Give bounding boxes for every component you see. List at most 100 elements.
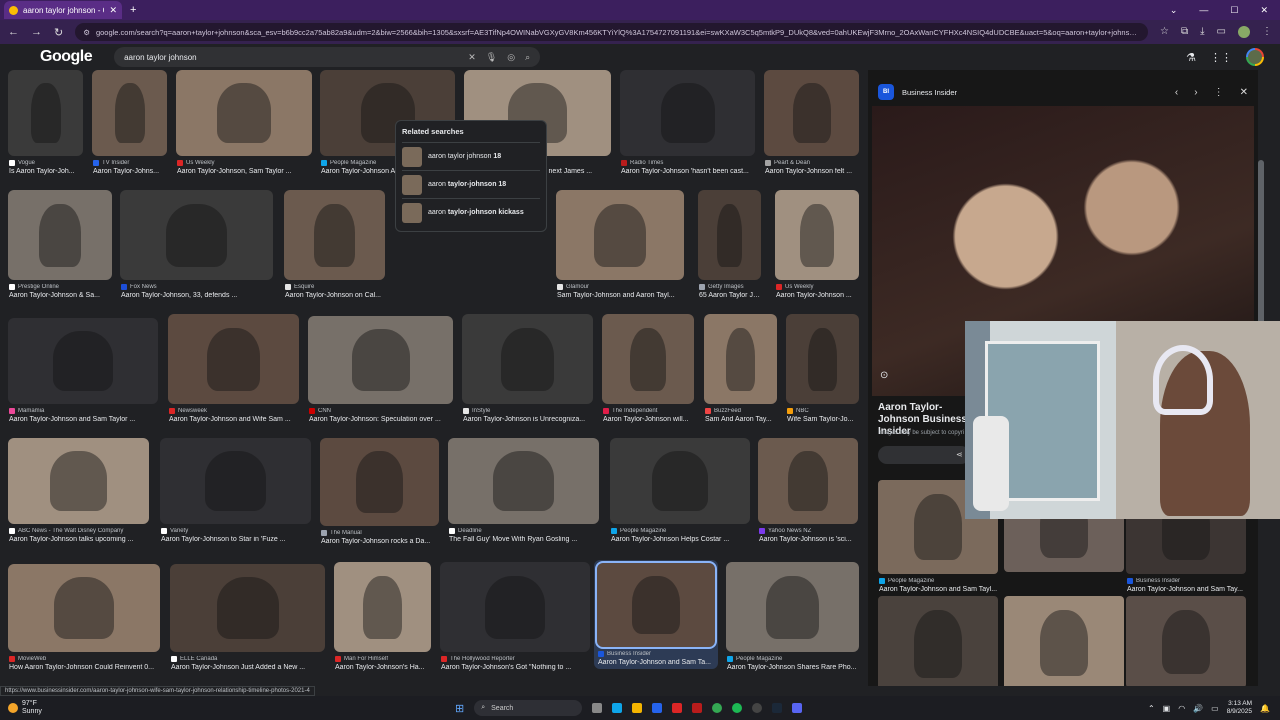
- result-caption[interactable]: Aaron Taylor-Johnson felt ...: [765, 168, 859, 175]
- image-result-card[interactable]: Radio Times Aaron Taylor-Johnson 'hasn't…: [620, 70, 755, 175]
- result-thumbnail[interactable]: [726, 562, 859, 652]
- download-icon[interactable]: ⤓: [1200, 26, 1204, 38]
- share-icon[interactable]: ⋖: [956, 450, 963, 459]
- result-caption[interactable]: Aaron Taylor-Johnson 'hasn't been cast..…: [621, 168, 755, 175]
- panel-related-source[interactable]: Business Insider: [1127, 578, 1246, 584]
- image-result-card[interactable]: People Magazine Aaron Taylor-Johnson Sha…: [726, 562, 859, 671]
- panel-related-image[interactable]: EVOKEWhy is Sam and Aaron Taylor-Johh...: [1004, 596, 1124, 686]
- image-result-card[interactable]: Yahoo News NZ Aaron Taylor-Johnson is 's…: [758, 438, 858, 543]
- chatgpt-icon[interactable]: [752, 703, 763, 713]
- image-result-card[interactable]: Prestige Online Aaron Taylor-Johnson & S…: [8, 190, 112, 299]
- image-result-card[interactable]: Mamamia Aaron Taylor-Johnson and Sam Tay…: [8, 318, 158, 423]
- result-thumbnail[interactable]: [8, 70, 83, 156]
- result-thumbnail[interactable]: [556, 190, 684, 280]
- result-source[interactable]: NBC: [787, 408, 859, 414]
- result-thumbnail[interactable]: [176, 70, 312, 156]
- tab-search-icon[interactable]: ⌄: [1170, 5, 1178, 16]
- result-thumbnail[interactable]: [462, 314, 593, 404]
- panel-related-thumbnail[interactable]: [878, 596, 998, 686]
- result-source[interactable]: The Manual: [321, 530, 439, 536]
- search-input[interactable]: aaron taylor johnson: [124, 53, 458, 62]
- result-thumbnail[interactable]: [8, 564, 160, 652]
- result-caption[interactable]: Aaron Taylor-Johnson to Star in 'Fuze ..…: [161, 536, 311, 543]
- notifications-icon[interactable]: 🔔: [1260, 704, 1270, 713]
- app-red-icon[interactable]: [672, 703, 683, 713]
- result-thumbnail[interactable]: [595, 561, 717, 649]
- panel-related-caption[interactable]: Aaron Taylor-Johnson and Sam Tay...: [1127, 586, 1246, 593]
- search-icon[interactable]: ⌕: [525, 52, 530, 63]
- chrome-icon[interactable]: [712, 703, 723, 713]
- back-icon[interactable]: ←: [8, 26, 19, 38]
- store-icon[interactable]: [652, 703, 663, 713]
- image-result-card[interactable]: Us Weekly Aaron Taylor-Johnson ...: [775, 190, 859, 299]
- panel-site-name[interactable]: Business Insider: [902, 88, 1167, 97]
- image-result-card[interactable]: ABC News - The Walt Disney Company Aaron…: [8, 438, 149, 543]
- related-search-item[interactable]: aaron taylor johnson 18: [402, 142, 540, 170]
- result-thumbnail[interactable]: [160, 438, 311, 524]
- image-result-card[interactable]: Vogue Is Aaron Taylor-Joh...: [8, 70, 83, 175]
- result-thumbnail[interactable]: [602, 314, 694, 404]
- result-thumbnail[interactable]: [8, 318, 158, 404]
- result-source[interactable]: TV Insider: [93, 160, 167, 166]
- windows-start-icon[interactable]: ⊞: [455, 702, 464, 715]
- panel-related-source[interactable]: People Magazine: [879, 578, 998, 584]
- result-caption[interactable]: Aaron Taylor-Johnson & Sa...: [9, 292, 112, 299]
- image-result-card[interactable]: The Hollywood Reporter Aaron Taylor-John…: [440, 562, 590, 671]
- result-caption[interactable]: Aaron Taylor-Johnson is Unrecogniza...: [463, 416, 593, 423]
- image-result-card[interactable]: NBC Wife Sam Taylor-Jo...: [786, 314, 859, 423]
- result-thumbnail[interactable]: [8, 438, 149, 524]
- result-source[interactable]: People Magazine: [611, 528, 750, 534]
- app-mcafee-icon[interactable]: [692, 703, 703, 713]
- panel-related-image[interactable]: [878, 596, 998, 686]
- result-thumbnail[interactable]: [764, 70, 859, 156]
- result-caption[interactable]: 65 Aaron Taylor Jo...: [699, 292, 761, 299]
- minimize-icon[interactable]: —: [1199, 5, 1208, 16]
- result-caption[interactable]: Aaron Taylor-Johnson Helps Costar ...: [611, 536, 750, 543]
- file-explorer-icon[interactable]: [632, 703, 643, 713]
- result-thumbnail[interactable]: [610, 438, 750, 524]
- labs-flask-icon[interactable]: ⚗: [1186, 51, 1196, 64]
- image-result-card[interactable]: Fox News Aaron Taylor-Johnson, 33, defen…: [120, 190, 273, 299]
- result-caption[interactable]: Aaron Taylor-Johnson's Got "Nothing to .…: [441, 664, 590, 671]
- task-view-icon[interactable]: [592, 703, 603, 713]
- result-caption[interactable]: Aaron Taylor-Johnson is 'sci...: [759, 536, 858, 543]
- result-caption[interactable]: Aaron Taylor-Johnson: Speculation over .…: [309, 416, 453, 423]
- related-search-item[interactable]: aaron taylor-johnson 18: [402, 170, 540, 198]
- result-source[interactable]: People Magazine: [727, 656, 859, 662]
- result-thumbnail[interactable]: [8, 190, 112, 280]
- close-window-icon[interactable]: ✕: [1260, 5, 1268, 16]
- voice-search-icon[interactable]: 🎙: [486, 52, 497, 63]
- search-box[interactable]: aaron taylor johnson ✕ 🎙 ◎ ⌕: [114, 47, 541, 67]
- new-tab-button[interactable]: +: [130, 4, 136, 16]
- result-source[interactable]: Glamour: [557, 284, 684, 290]
- result-source[interactable]: ELLE Canada: [171, 656, 325, 662]
- result-source[interactable]: Variety: [161, 528, 311, 534]
- result-source[interactable]: Newsweek: [169, 408, 299, 414]
- result-thumbnail[interactable]: [92, 70, 167, 156]
- result-source[interactable]: Peart & Dean: [765, 160, 859, 166]
- image-result-card[interactable]: Glamour Sam Taylor-Johnson and Aaron Tay…: [556, 190, 684, 299]
- clock[interactable]: 3:13 AM 8/9/2025: [1227, 700, 1252, 716]
- image-result-card[interactable]: Variety Aaron Taylor-Johnson to Star in …: [160, 438, 311, 543]
- close-panel-icon[interactable]: ✕: [1240, 87, 1248, 98]
- result-caption[interactable]: Sam Taylor-Johnson and Aaron Tayl...: [557, 292, 684, 299]
- result-source[interactable]: Vogue: [9, 160, 83, 166]
- result-thumbnail[interactable]: [120, 190, 273, 280]
- apps-grid-icon[interactable]: ⋮⋮: [1210, 51, 1232, 64]
- result-source[interactable]: The Independent: [603, 408, 694, 414]
- result-thumbnail[interactable]: [308, 316, 453, 404]
- tray-app-icon[interactable]: ▣: [1163, 704, 1171, 713]
- previous-icon[interactable]: ‹: [1175, 87, 1178, 98]
- result-caption[interactable]: How Aaron Taylor-Johnson Could Reinvent …: [9, 664, 160, 671]
- result-source[interactable]: Man For Himself: [335, 656, 431, 662]
- sidebar-icon[interactable]: ▭: [1217, 26, 1226, 38]
- result-caption[interactable]: Sam And Aaron Tay...: [705, 416, 777, 423]
- site-info-icon[interactable]: ⚙: [83, 28, 90, 37]
- image-result-card[interactable]: The Independent Aaron Taylor-Johnson wil…: [602, 314, 694, 423]
- result-source[interactable]: Yahoo News NZ: [759, 528, 858, 534]
- result-source[interactable]: Business Insider: [598, 651, 715, 657]
- browser-tab[interactable]: aaron taylor johnson - Google S ✕: [4, 1, 122, 19]
- result-thumbnail[interactable]: [448, 438, 599, 524]
- extensions-icon[interactable]: ⧉: [1181, 26, 1188, 38]
- result-source[interactable]: CNN: [309, 408, 453, 414]
